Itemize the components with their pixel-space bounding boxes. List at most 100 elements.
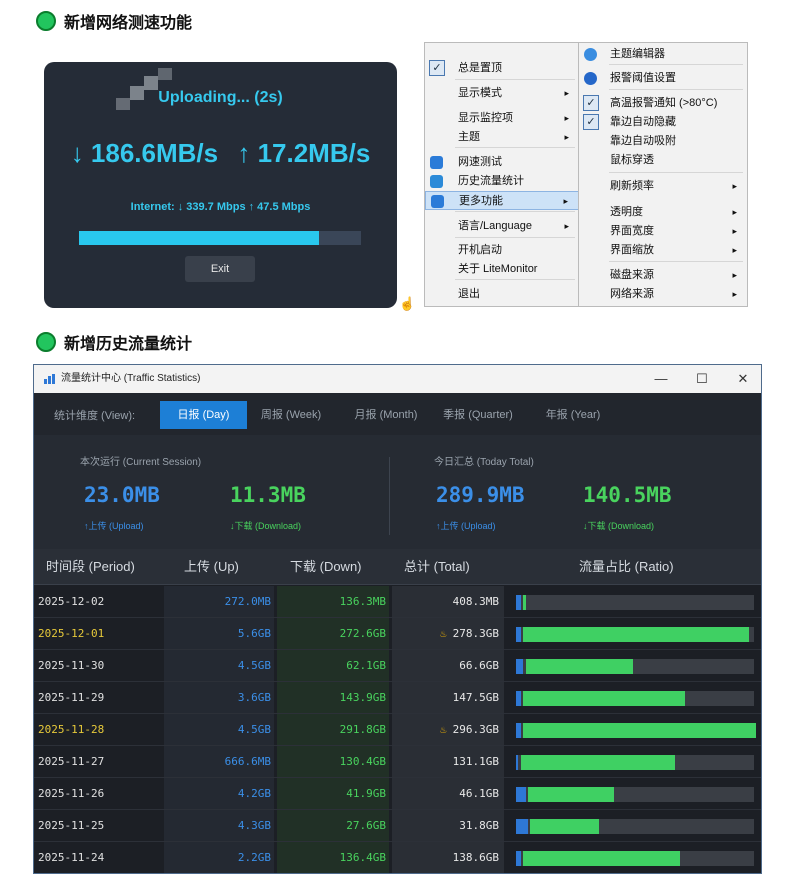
table-row[interactable]: 2025-11-28 4.5GB 291.8GB ♨ 296.3GB <box>34 714 761 746</box>
session-download-value: 11.3MB <box>230 483 306 507</box>
menu-item-label: 磁盘来源 <box>610 269 654 281</box>
session-upload-value: 23.0MB <box>84 483 160 507</box>
table-row[interactable]: 2025-11-25 4.3GB 27.6GB 31.8GB <box>34 810 761 842</box>
menu-item[interactable]: 语言/Language ▸ <box>425 217 579 236</box>
ratio-bar-download <box>523 851 681 866</box>
ratio-bar-upload <box>516 851 521 866</box>
total-value: 278.3GB <box>452 627 499 640</box>
menu-item[interactable]: ✓ 高温报警通知 (>80°C) <box>579 94 747 113</box>
download-cell: 130.4GB <box>277 746 389 777</box>
menu-item[interactable]: 退出 <box>425 285 579 304</box>
menu-item[interactable]: 关于 LiteMonitor <box>425 260 579 279</box>
menu-item[interactable]: 报警阈值设置 <box>579 69 747 88</box>
exit-button[interactable]: Exit <box>185 256 255 282</box>
menu-item[interactable]: 磁盘来源 ▸ <box>579 266 747 285</box>
upload-cell: 3.6GB <box>164 682 274 713</box>
menu-item[interactable]: 显示模式 ▸ <box>425 84 579 103</box>
menu-item[interactable]: 界面缩放 ▸ <box>579 241 747 260</box>
table-row[interactable]: 2025-12-02 272.0MB 136.3MB 408.3MB <box>34 586 761 618</box>
column-header-total[interactable]: 总计 (Total) <box>404 549 470 585</box>
period-cell: 2025-11-26 <box>38 787 105 800</box>
context-menu-more-features: 主题编辑器报警阈值设置 ✓ 高温报警通知 (>80°C) ✓ 靠边自动隐藏 靠边自动吸附鼠… <box>578 42 748 307</box>
menu-item-label: 网速测试 <box>458 156 502 168</box>
session-label: 本次运行 (Current Session) <box>80 457 202 468</box>
session-download-label: ↓下载 (Download) <box>230 521 302 531</box>
total-value: 66.6GB <box>459 659 499 672</box>
menu-separator <box>455 279 575 280</box>
tab-week[interactable]: 周报 (Week) <box>254 401 328 429</box>
menu-item[interactable]: 显示监控项 ▸ <box>425 109 579 128</box>
total-cell: ♨ 296.3GB <box>392 714 504 745</box>
column-header-period[interactable]: 时间段 (Period) <box>46 549 135 585</box>
section-title: 新增历史流量统计 <box>64 336 193 353</box>
tab-month[interactable]: 月报 (Month) <box>345 401 427 429</box>
menu-item[interactable]: 更多功能 ▸ <box>425 191 579 210</box>
window-titlebar: 流量统计中心 (Traffic Statistics) — ☐ ✕ <box>34 365 761 393</box>
close-button[interactable]: ✕ <box>728 365 758 393</box>
period-cell: 2025-11-29 <box>38 691 105 704</box>
upload-cell: 4.3GB <box>164 810 274 841</box>
maximize-button[interactable]: ☐ <box>687 365 717 393</box>
checkmark-icon: ✓ <box>429 60 445 76</box>
column-header-down[interactable]: 下载 (Down) <box>290 549 362 585</box>
menu-item-label: 透明度 <box>610 206 643 218</box>
context-menu-main: ✓ 总是置顶显示模式 ▸ 显示监控项 ▸ 主题 ▸ 网速测试历史流量统计 更多功能 ▸ 语言/Lan… <box>424 42 580 307</box>
column-header-up[interactable]: 上传 (Up) <box>184 549 239 585</box>
menu-item[interactable]: 鼠标穿透 <box>579 151 747 170</box>
menu-separator <box>609 261 743 262</box>
submenu-arrow-icon: ▸ <box>564 113 569 123</box>
menu-item[interactable]: ✓ 总是置顶 <box>425 59 579 78</box>
menu-item-label: 高温报警通知 (>80°C) <box>610 97 718 109</box>
menu-separator <box>455 237 575 238</box>
download-cell: 272.6GB <box>277 618 389 649</box>
green-dot-icon <box>36 332 56 352</box>
table-row[interactable]: 2025-11-24 2.2GB 136.4GB 138.6GB <box>34 842 761 873</box>
table-row[interactable]: 2025-11-30 4.5GB 62.1GB 66.6GB <box>34 650 761 682</box>
upload-speed: ↑ 17.2MB/s <box>237 138 371 168</box>
menu-item[interactable]: 刷新频率 ▸ <box>579 177 747 196</box>
table-row[interactable]: 2025-11-29 3.6GB 143.9GB 147.5GB <box>34 682 761 714</box>
ratio-bar <box>516 819 754 834</box>
tab-day[interactable]: 日报 (Day) <box>160 401 247 429</box>
menu-item[interactable]: 网速测试 <box>425 153 579 172</box>
upload-cell: 5.6GB <box>164 618 274 649</box>
menu-item[interactable]: 界面宽度 ▸ <box>579 222 747 241</box>
tab-quarter[interactable]: 季报 (Quarter) <box>434 401 522 429</box>
table-row[interactable]: 2025-11-27 666.6MB 130.4GB 131.1GB <box>34 746 761 778</box>
ratio-bar-download <box>523 691 685 706</box>
table-row[interactable]: 2025-11-26 4.2GB 41.9GB 46.1GB <box>34 778 761 810</box>
menu-item[interactable]: 主题编辑器 <box>579 45 747 64</box>
menu-item-label: 网络来源 <box>610 288 654 300</box>
tab-year[interactable]: 年报 (Year) <box>538 401 608 429</box>
mouse-pointer-icon: ☝ <box>399 296 416 311</box>
menu-item[interactable]: 历史流量统计 <box>425 172 579 191</box>
menu-item-label: 语言/Language <box>458 220 532 232</box>
menu-item[interactable]: 开机启动 <box>425 241 579 260</box>
ratio-bar <box>516 787 754 802</box>
download-cell: 27.6GB <box>277 810 389 841</box>
submenu-arrow-icon: ▸ <box>563 196 568 206</box>
total-cell: 131.1GB <box>392 746 504 777</box>
menu-item-label: 报警阈值设置 <box>610 72 676 84</box>
download-speed: ↓ 186.6MB/s <box>70 138 219 168</box>
menu-item-label: 刷新频率 <box>610 180 654 192</box>
total-cell: ♨ 278.3GB <box>392 618 504 649</box>
ratio-bar-upload <box>516 755 519 770</box>
period-cell: 2025-12-02 <box>38 595 105 608</box>
period-cell: 2025-11-24 <box>38 851 105 864</box>
menu-item[interactable]: 靠边自动吸附 <box>579 132 747 151</box>
menu-item[interactable]: 主题 ▸ <box>425 128 579 147</box>
column-header-ratio[interactable]: 流量占比 (Ratio) <box>579 549 674 585</box>
menu-item[interactable]: 网络来源 ▸ <box>579 285 747 304</box>
submenu-arrow-icon: ▸ <box>732 207 737 217</box>
submenu-arrow-icon: ▸ <box>564 132 569 142</box>
period-cell: 2025-12-01 <box>38 627 105 640</box>
table-row[interactable]: 2025-12-01 5.6GB 272.6GB ♨ 278.3GB <box>34 618 761 650</box>
menu-item[interactable]: ✓ 靠边自动隐藏 <box>579 113 747 132</box>
palette-icon <box>584 48 597 61</box>
minimize-button[interactable]: — <box>646 365 676 393</box>
checkmark-icon: ✓ <box>583 95 599 111</box>
menu-item-label: 鼠标穿透 <box>610 154 654 166</box>
green-dot-icon <box>36 11 56 31</box>
menu-item[interactable]: 透明度 ▸ <box>579 203 747 222</box>
